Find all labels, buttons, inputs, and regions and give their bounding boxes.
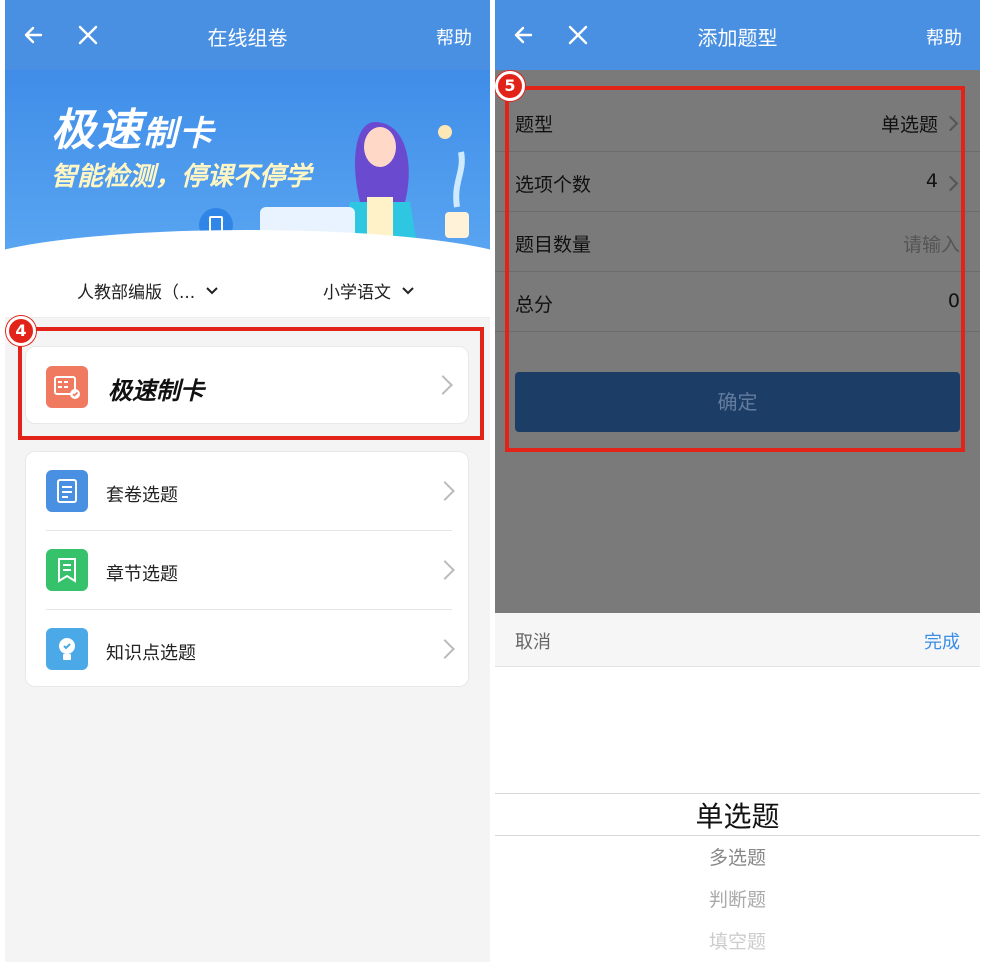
chevron-down-icon [206,286,218,294]
chevron-right-icon [435,639,455,659]
step-badge: 5 [495,71,525,101]
page-title: 在线组卷 [207,26,288,50]
question-type-picker[interactable]: 单选题 多选题 判断题 填空题 [495,667,980,962]
picker-divider [495,793,980,794]
step-badge: 4 [6,316,36,346]
done-button[interactable]: 完成 [924,628,960,654]
scroll-icon [46,470,88,512]
right-screen: 添加题型 帮助 题型 单选题 选项个数 4 题目数量 请输入 总分 0 确定 取… [495,0,980,962]
banner-title: 极速制卡 [51,105,215,156]
bookmark-icon [46,549,88,591]
menu-item-label: 章节选题 [106,564,178,585]
edition-label: 人教部编版（... [77,283,196,303]
picker-option-selected[interactable]: 单选题 [495,795,980,835]
highlight-box [18,327,484,440]
picker-option[interactable]: 判断题 [495,885,980,912]
subject-filter[interactable]: 小学语文 [323,278,415,303]
chevron-down-icon [402,286,414,294]
left-screen: 在线组卷 帮助 极速制卡 智能检测，停课不停学 人教部编版（... 小学语文 极… [5,0,490,962]
subject-label: 小学语文 [323,283,391,303]
nav-bar: 在线组卷 帮助 [5,0,490,70]
menu-item-paper[interactable]: 套卷选题 [26,452,470,531]
edition-filter[interactable]: 人教部编版（... [77,278,219,303]
menu-item-label: 套卷选题 [106,485,178,506]
selection-menu: 套卷选题 章节选题 知识点选题 [25,451,469,687]
nav-bar: 添加题型 帮助 [495,0,980,70]
page-title: 添加题型 [697,26,778,50]
picker-option[interactable]: 填空题 [495,927,980,954]
promo-banner[interactable]: 极速制卡 智能检测，停课不停学 [5,70,490,262]
picker-toolbar: 取消 完成 [495,613,980,667]
filter-bar: 人教部编版（... 小学语文 [5,262,490,318]
cancel-button[interactable]: 取消 [515,628,551,654]
highlight-box [505,86,965,452]
picker-option[interactable]: 多选题 [495,843,980,870]
help-button[interactable]: 帮助 [926,24,962,50]
menu-item-chapter[interactable]: 章节选题 [26,531,470,610]
chevron-right-icon [435,481,455,501]
menu-item-knowledge[interactable]: 知识点选题 [26,610,470,689]
menu-item-label: 知识点选题 [106,643,196,664]
chevron-right-icon [435,560,455,580]
lightbulb-icon [46,628,88,670]
picker-divider [495,835,980,836]
help-button[interactable]: 帮助 [436,24,472,50]
